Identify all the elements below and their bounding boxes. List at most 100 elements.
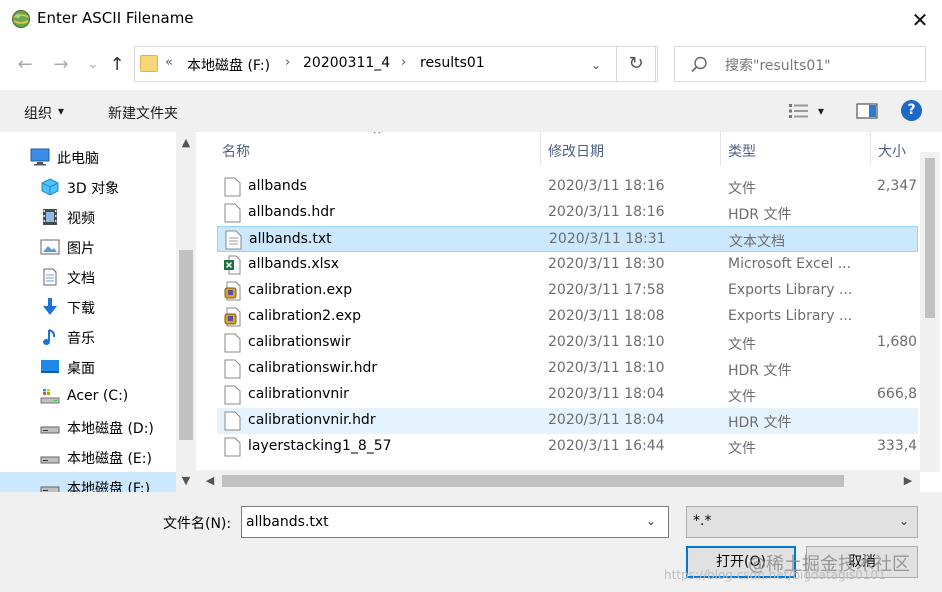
forward-button[interactable]: → [48, 52, 74, 78]
file-date: 2020/3/11 18:16 [548, 178, 665, 194]
sidebar-item-downloads[interactable]: 下载 [0, 292, 178, 322]
sidebar-item-this-pc[interactable]: 此电脑 [0, 142, 178, 172]
sidebar-item-label: 视频 [67, 211, 95, 227]
scroll-left-icon[interactable]: ◀ [200, 474, 220, 487]
sidebar-item-desktop[interactable]: 桌面 [0, 352, 178, 382]
navigation-pane: 此电脑 3D 对象 视频 图片 文档 下载 音乐 桌面 Acer (C:) 本地… [0, 132, 196, 492]
sidebar-item-label: 图片 [67, 241, 95, 257]
new-folder-button[interactable]: 新建文件夹 [108, 103, 178, 123]
file-type-filter[interactable]: *.* ⌄ [686, 506, 918, 538]
chevron-down-icon[interactable]: ⌄ [899, 514, 909, 528]
column-divider[interactable] [870, 132, 871, 166]
view-options-icon[interactable] [788, 102, 810, 120]
column-divider[interactable] [720, 132, 721, 166]
filter-value: *.* [693, 513, 712, 529]
file-row[interactable]: calibration2.exp 2020/3/11 18:08 Exports… [217, 304, 918, 330]
address-bar[interactable]: « 本地磁盘 (F:) › 20200311_4 › results01 ⌄ [134, 46, 658, 82]
up-button[interactable]: ↑ [104, 52, 130, 78]
file-date: 2020/3/11 18:10 [548, 334, 665, 350]
organize-button[interactable]: 组织 [24, 103, 52, 123]
file-type: HDR 文件 [728, 207, 792, 223]
column-header-date[interactable]: 修改日期 [548, 132, 604, 166]
sidebar-item-label: Acer (C:) [67, 388, 129, 404]
sidebar-item-acer-c[interactable]: Acer (C:) [0, 382, 178, 412]
exp-file-icon [224, 307, 241, 327]
file-list-horizontal-scrollbar[interactable]: ◀ ▶ [196, 470, 920, 492]
preview-pane-icon[interactable] [856, 102, 878, 120]
refresh-button[interactable]: ↻ [616, 46, 656, 82]
file-row[interactable]: allbands.hdr 2020/3/11 18:16 HDR 文件 [217, 200, 918, 226]
drive-icon [40, 426, 60, 434]
sidebar-item-label: 音乐 [67, 331, 95, 347]
sidebar-item-videos[interactable]: 视频 [0, 202, 178, 232]
column-header-type[interactable]: 类型 [728, 132, 756, 166]
title-bar: Enter ASCII Filename ✕ [0, 0, 942, 40]
help-icon[interactable]: ? [901, 100, 922, 121]
file-name: calibrationvnir.hdr [248, 412, 376, 428]
column-header-size[interactable]: 大小 [878, 132, 906, 166]
file-date: 2020/3/11 18:08 [548, 308, 665, 324]
file-row-hovered[interactable]: calibrationvnir.hdr 2020/3/11 18:04 HDR … [217, 408, 918, 434]
file-row[interactable]: calibrationswir 2020/3/11 18:10 文件 1,680 [217, 330, 918, 356]
file-type: 文本文档 [729, 234, 785, 250]
recent-locations-button[interactable]: ⌄ [80, 52, 106, 78]
view-caret-icon[interactable]: ▾ [818, 104, 824, 118]
sidebar-item-pictures[interactable]: 图片 [0, 232, 178, 262]
file-row[interactable]: calibrationswir.hdr 2020/3/11 18:10 HDR … [217, 356, 918, 382]
file-row-selected[interactable]: allbands.txt 2020/3/11 18:31 文本文档 [217, 226, 918, 252]
breadcrumb-current[interactable]: results01 [420, 55, 485, 71]
breadcrumb-drive[interactable]: 本地磁盘 (F:) [187, 55, 270, 75]
column-header-name[interactable]: 名称 [222, 132, 250, 166]
sidebar-item-drive-e[interactable]: 本地磁盘 (E:) [0, 442, 178, 472]
breadcrumb-folder[interactable]: 20200311_4 [303, 55, 390, 71]
drive-icon [40, 456, 60, 464]
scroll-up-icon[interactable]: ▲ [176, 136, 196, 149]
search-box[interactable]: 搜索"results01" [674, 46, 926, 82]
breadcrumb-separator[interactable]: › [401, 55, 406, 70]
file-list-scroll-thumb[interactable] [925, 158, 935, 318]
sidebar-item-drive-d[interactable]: 本地磁盘 (D:) [0, 412, 178, 442]
file-list-vertical-scrollbar[interactable] [920, 152, 940, 472]
file-date: 2020/3/11 18:10 [548, 360, 665, 376]
sidebar-item-3d-objects[interactable]: 3D 对象 [0, 172, 178, 202]
sidebar-item-drive-f[interactable]: 本地磁盘 (F:) [0, 472, 178, 492]
sidebar-item-label: 本地磁盘 (D:) [67, 421, 154, 437]
file-row[interactable]: allbands 2020/3/11 18:16 文件 2,347 [217, 174, 918, 200]
file-size: 2,347 [877, 178, 918, 194]
back-button[interactable]: ← [12, 52, 38, 78]
chevron-down-icon[interactable]: ⌄ [646, 514, 656, 528]
breadcrumb-overflow[interactable]: « [165, 55, 173, 70]
filename-combobox[interactable]: allbands.txt ⌄ [241, 506, 669, 538]
file-type: 文件 [728, 337, 756, 353]
address-dropdown-button[interactable]: ⌄ [585, 53, 607, 77]
file-type: Exports Library ... [728, 308, 853, 324]
horizontal-scroll-thumb[interactable] [222, 475, 844, 487]
close-button[interactable]: ✕ [905, 6, 935, 34]
command-toolbar: 组织 ▾ 新建文件夹 ▾ ? [0, 90, 942, 132]
blank-file-icon [224, 359, 241, 379]
sidebar-item-label: 此电脑 [57, 151, 99, 167]
sidebar-scrollbar[interactable]: ▲ ▼ [176, 132, 196, 492]
file-row[interactable]: calibrationvnir 2020/3/11 18:04 文件 666,8 [217, 382, 918, 408]
sidebar-item-music[interactable]: 音乐 [0, 322, 178, 352]
scroll-right-icon[interactable]: ▶ [898, 474, 918, 487]
file-name: calibration2.exp [248, 308, 361, 324]
file-date: 2020/3/11 18:30 [548, 256, 665, 272]
window-title: Enter ASCII Filename [37, 9, 194, 27]
scroll-down-icon[interactable]: ▼ [176, 474, 196, 487]
file-name: allbands.hdr [248, 204, 335, 220]
file-row[interactable]: allbands.xlsx 2020/3/11 18:30 Microsoft … [217, 252, 918, 278]
breadcrumb-separator[interactable]: › [285, 55, 290, 70]
file-row[interactable]: layerstacking1_8_57 2020/3/11 16:44 文件 3… [217, 434, 918, 460]
computer-icon [30, 148, 50, 166]
file-row[interactable]: calibration.exp 2020/3/11 17:58 Exports … [217, 278, 918, 304]
sidebar-scroll-thumb[interactable] [179, 250, 193, 440]
navigation-row: ← → ⌄ ↑ « 本地磁盘 (F:) › 20200311_4 › resul… [0, 40, 942, 90]
sidebar-item-documents[interactable]: 文档 [0, 262, 178, 292]
filename-field[interactable]: allbands.txt [246, 514, 329, 530]
file-size: 333,4 [877, 438, 918, 454]
file-date: 2020/3/11 17:58 [548, 282, 665, 298]
column-divider[interactable] [540, 132, 541, 166]
sidebar-item-label: 本地磁盘 (E:) [67, 451, 152, 467]
search-input[interactable]: 搜索"results01" [725, 55, 831, 75]
